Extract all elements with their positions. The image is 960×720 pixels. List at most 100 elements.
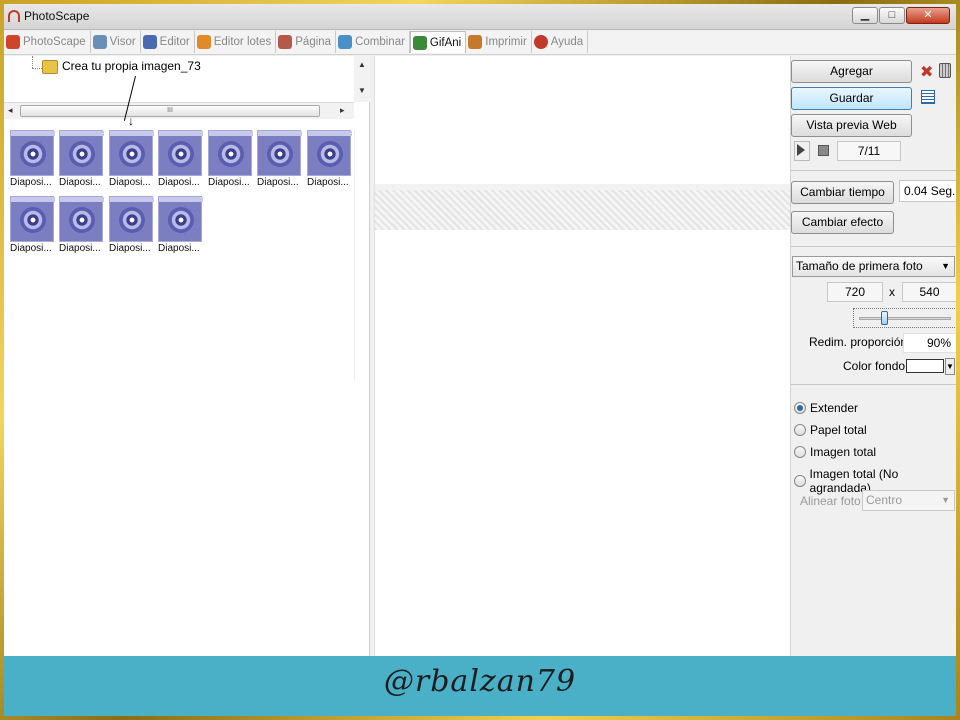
tree-connector [32, 68, 42, 69]
tab-imprimir[interactable]: Imprimir [466, 31, 532, 53]
align-select[interactable]: Centro ▼ [862, 490, 955, 511]
tab-editor[interactable]: Editor [141, 31, 195, 53]
thumbnail-label: Diaposi... [10, 177, 52, 188]
watermark-banner: @rbalzan79 [4, 656, 956, 716]
viewer-icon [92, 35, 107, 49]
thumbnail-item[interactable]: Diaposi... [158, 130, 203, 190]
radio-papel-total[interactable]: Papel total [794, 423, 867, 437]
tab-ayuda[interactable]: Ayuda [532, 31, 589, 53]
help-icon [533, 35, 548, 49]
scroll-left-icon[interactable]: ◂ [8, 105, 13, 116]
scroll-thumb[interactable]: III [20, 105, 320, 117]
gifani-icon [412, 35, 427, 50]
window-controls: ▁ □ ✕ [852, 7, 950, 24]
size-mode-value: Tamaño de primera foto [796, 259, 923, 273]
resize-percent-field[interactable]: 90% [903, 333, 956, 353]
resize-slider[interactable] [853, 308, 956, 328]
print-icon [468, 35, 483, 49]
page-icon [278, 35, 293, 49]
thumbnail-label: Diaposi... [208, 177, 250, 188]
batch-editor-icon [196, 35, 211, 49]
bg-color-label: Color fondo [843, 359, 906, 373]
thumbnail-item[interactable]: Diaposi... [109, 196, 154, 256]
play-icon [797, 144, 805, 156]
thumbnail-item[interactable]: Diaposi... [109, 130, 154, 190]
frame-time-field[interactable]: 0.04 Seg. [899, 180, 956, 202]
delete-icon[interactable]: ✖ [920, 62, 933, 82]
file-browser-panel: Crea tu propia imagen_73 ▲ ▼ ◂ III ▸ ↓ D… [4, 56, 370, 656]
tab-visor[interactable]: Visor [91, 31, 141, 53]
color-dropdown-icon[interactable]: ▼ [945, 358, 955, 375]
thumbnail-item[interactable]: Diaposi... [59, 196, 104, 256]
tab-pagina[interactable]: Página [276, 31, 337, 53]
folder-icon [42, 60, 58, 74]
radio-button[interactable] [794, 475, 806, 487]
tab-gifani[interactable]: GifAni [409, 31, 467, 53]
divider [791, 384, 956, 385]
thumbnail-label: Diaposi... [59, 177, 101, 188]
radio-extender[interactable]: Extender [794, 401, 858, 415]
change-effect-button[interactable]: Cambiar efecto [791, 211, 894, 234]
slide-thumbnail-image [109, 196, 154, 242]
thumbnail-label: Diaposi... [59, 243, 101, 254]
height-field[interactable]: 540 [902, 282, 956, 302]
tab-bar: PhotoScape Visor Editor Editor lotes Pág… [4, 31, 956, 55]
slider-thumb[interactable] [881, 311, 888, 325]
stop-icon[interactable] [818, 145, 829, 156]
save-button[interactable]: Guardar [791, 87, 912, 110]
radio-button-checked[interactable] [794, 402, 806, 414]
tab-photoscape[interactable]: PhotoScape [4, 31, 91, 53]
thumbnail-label: Diaposi... [109, 243, 151, 254]
scroll-down-icon[interactable]: ▼ [358, 86, 366, 95]
scroll-right-icon[interactable]: ▸ [340, 105, 345, 116]
folder-item-label[interactable]: Crea tu propia imagen_73 [62, 59, 201, 73]
slider-track [859, 317, 951, 320]
maximize-button[interactable]: □ [879, 7, 905, 24]
width-field[interactable]: 720 [827, 282, 883, 302]
thumbnail-item[interactable]: Diaposi... [208, 130, 253, 190]
radio-imagen-total[interactable]: Imagen total [794, 445, 876, 459]
settings-panel: Agregar ✖ Guardar Vista previa Web 7/11 … [790, 56, 956, 656]
thumbnail-item[interactable]: Diaposi... [257, 130, 302, 190]
slide-thumbnail-image [158, 196, 203, 242]
scroll-up-icon[interactable]: ▲ [358, 60, 366, 69]
thumbnail-label: Diaposi... [158, 243, 200, 254]
slide-thumbnail-image [10, 196, 55, 242]
slide-thumbnail-image [10, 130, 55, 176]
photoscape-icon [6, 35, 20, 49]
folder-tree: Crea tu propia imagen_73 ▲ ▼ [4, 56, 370, 102]
thumbnail-item[interactable]: Diaposi... [307, 130, 352, 190]
app-window: PhotoScape ▁ □ ✕ PhotoScape Visor Editor… [4, 4, 956, 656]
times-sign: x [889, 285, 895, 299]
list-icon[interactable] [921, 90, 935, 104]
radio-button[interactable] [794, 446, 806, 458]
thumbnail-item[interactable]: Diaposi... [10, 196, 55, 256]
slide-thumbnail-image [109, 130, 154, 176]
slide-thumbnail-image [59, 196, 104, 242]
slide-thumbnail-image [307, 130, 352, 176]
tree-horizontal-scrollbar[interactable]: ◂ III ▸ [4, 102, 354, 119]
trash-icon[interactable] [939, 63, 951, 78]
thumbnail-item[interactable]: Diaposi... [158, 196, 203, 256]
frame-strip[interactable] [375, 190, 791, 230]
web-preview-button[interactable]: Vista previa Web [791, 114, 912, 137]
add-button[interactable]: Agregar [791, 60, 912, 83]
minimize-button[interactable]: ▁ [852, 7, 878, 24]
grid-divider [354, 130, 355, 380]
tab-combinar[interactable]: Combinar [336, 31, 410, 53]
slide-thumbnail-image [59, 130, 104, 176]
change-time-button[interactable]: Cambiar tiempo [791, 181, 894, 204]
thumbnail-label: Diaposi... [257, 177, 299, 188]
bg-color-swatch[interactable] [906, 359, 944, 373]
size-mode-select[interactable]: Tamaño de primera foto ▼ [792, 256, 955, 277]
radio-button[interactable] [794, 424, 806, 436]
align-value: Centro [866, 493, 903, 507]
tree-vertical-scrollbar[interactable]: ▲ ▼ [354, 56, 370, 102]
tab-editor-lotes[interactable]: Editor lotes [195, 31, 277, 53]
thumbnail-item[interactable]: Diaposi... [59, 130, 104, 190]
thumbnail-item[interactable]: Diaposi... [10, 130, 55, 190]
annotation-arrow-head: ↓ [128, 114, 134, 128]
thumbnail-label: Diaposi... [10, 243, 52, 254]
thumbnail-label: Diaposi... [158, 177, 200, 188]
close-button[interactable]: ✕ [906, 7, 950, 24]
